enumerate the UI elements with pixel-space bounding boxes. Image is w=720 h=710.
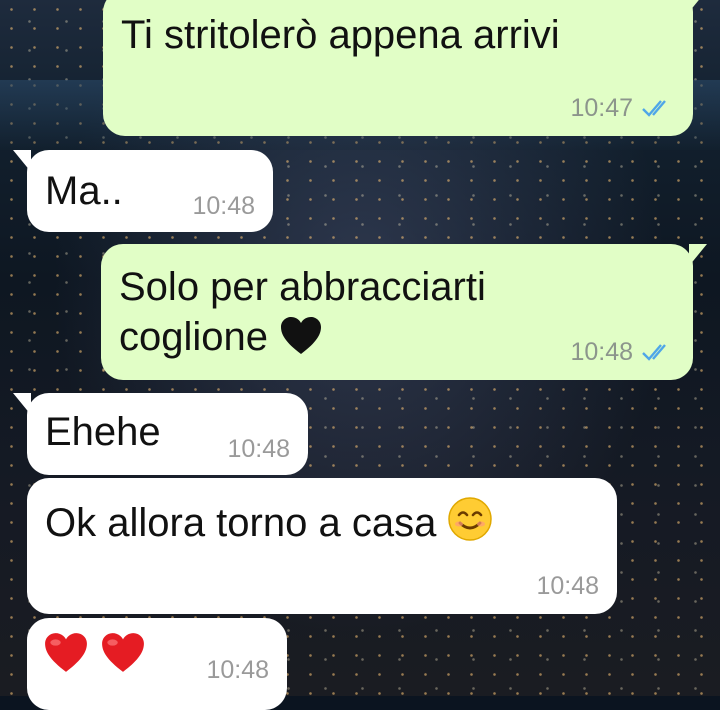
message-meta: 10:47 [570,94,673,122]
message-time: 10:48 [192,192,255,220]
message-text: Ehehe [45,410,161,454]
message-bubble-outgoing[interactable]: Solo per abbracciarti coglione 10:48 [101,244,707,380]
message-text-line-2: coglione [119,314,323,360]
message-meta: 10:48 [206,656,269,684]
message-meta: 10:48 [227,435,290,463]
message-text-line: Ok allora torno a casa [45,496,493,546]
message-emoji [43,632,146,684]
message-time: 10:48 [227,435,290,463]
red-heart-icon [45,633,87,672]
black-heart-icon [281,317,322,354]
red-heart-icon [102,633,145,672]
smiling-face-icon [448,497,493,541]
message-time: 10:48 [206,656,269,684]
message-time: 10:48 [536,572,599,600]
message-meta: 10:48 [536,572,599,600]
message-text: Ma.. [45,169,123,213]
message-text: coglione [119,315,269,359]
message-bubble-incoming[interactable]: Ehehe 10:48 [13,393,308,475]
double-check-read-icon [642,100,666,117]
message-text: Ok allora torno a casa [45,501,437,545]
message-bubble-incoming[interactable]: 10:48 [27,618,287,710]
message-bubble-outgoing[interactable]: Ti stritolerò appena arrivi 10:47 [103,0,707,136]
message-time: 10:47 [570,94,633,122]
message-bubble-incoming[interactable]: Ma.. 10:48 [13,150,273,232]
message-meta: 10:48 [570,338,673,366]
message-bubble-incoming[interactable]: Ok allora torno a casa 10:48 [27,478,617,614]
message-meta: 10:48 [192,192,255,220]
message-text: Ti stritolerò appena arrivi [121,13,560,57]
message-text-line-1: Solo per abbracciarti [119,265,486,309]
message-time: 10:48 [570,338,633,366]
double-check-read-icon [642,344,666,361]
